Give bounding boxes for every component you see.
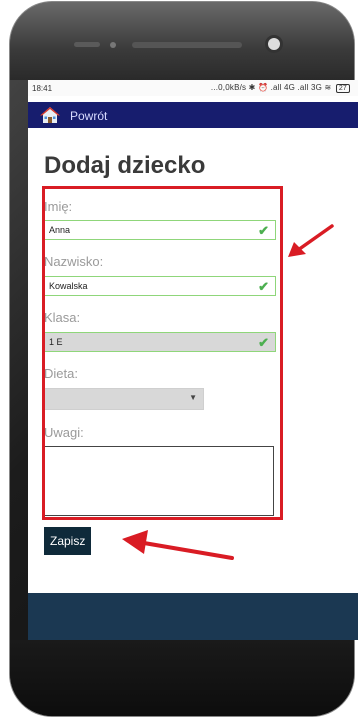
phone-top-bezel xyxy=(10,2,354,80)
front-camera xyxy=(268,38,280,50)
network-indicators: ...0,0kB/s ✱ ⏰ .all 4G .all 3G ≋ xyxy=(210,83,332,92)
save-button[interactable]: Zapisz xyxy=(44,527,92,555)
arrow-icon xyxy=(288,224,334,257)
status-time: 18:41 xyxy=(32,84,53,93)
back-link[interactable]: Powrót xyxy=(70,109,107,123)
footer-band xyxy=(28,593,358,640)
arrow-icon xyxy=(122,530,234,560)
phone-bottom-bezel xyxy=(10,640,354,716)
battery-icon: 27 xyxy=(335,84,350,93)
page-title: Dodaj dziecko xyxy=(44,152,206,179)
notification-light xyxy=(74,42,100,47)
status-indicators: ...0,0kB/s ✱ ⏰ .all 4G .all 3G ≋ 27 xyxy=(211,83,350,93)
status-bar: 18:41 ...0,0kB/s ✱ ⏰ .all 4G .all 3G ≋ 2… xyxy=(28,80,358,96)
top-navbar: Powrót xyxy=(28,102,358,128)
home-icon[interactable] xyxy=(40,106,60,124)
proximity-sensor xyxy=(110,42,116,48)
form-highlight-box xyxy=(42,186,283,520)
earpiece-speaker xyxy=(132,42,242,48)
